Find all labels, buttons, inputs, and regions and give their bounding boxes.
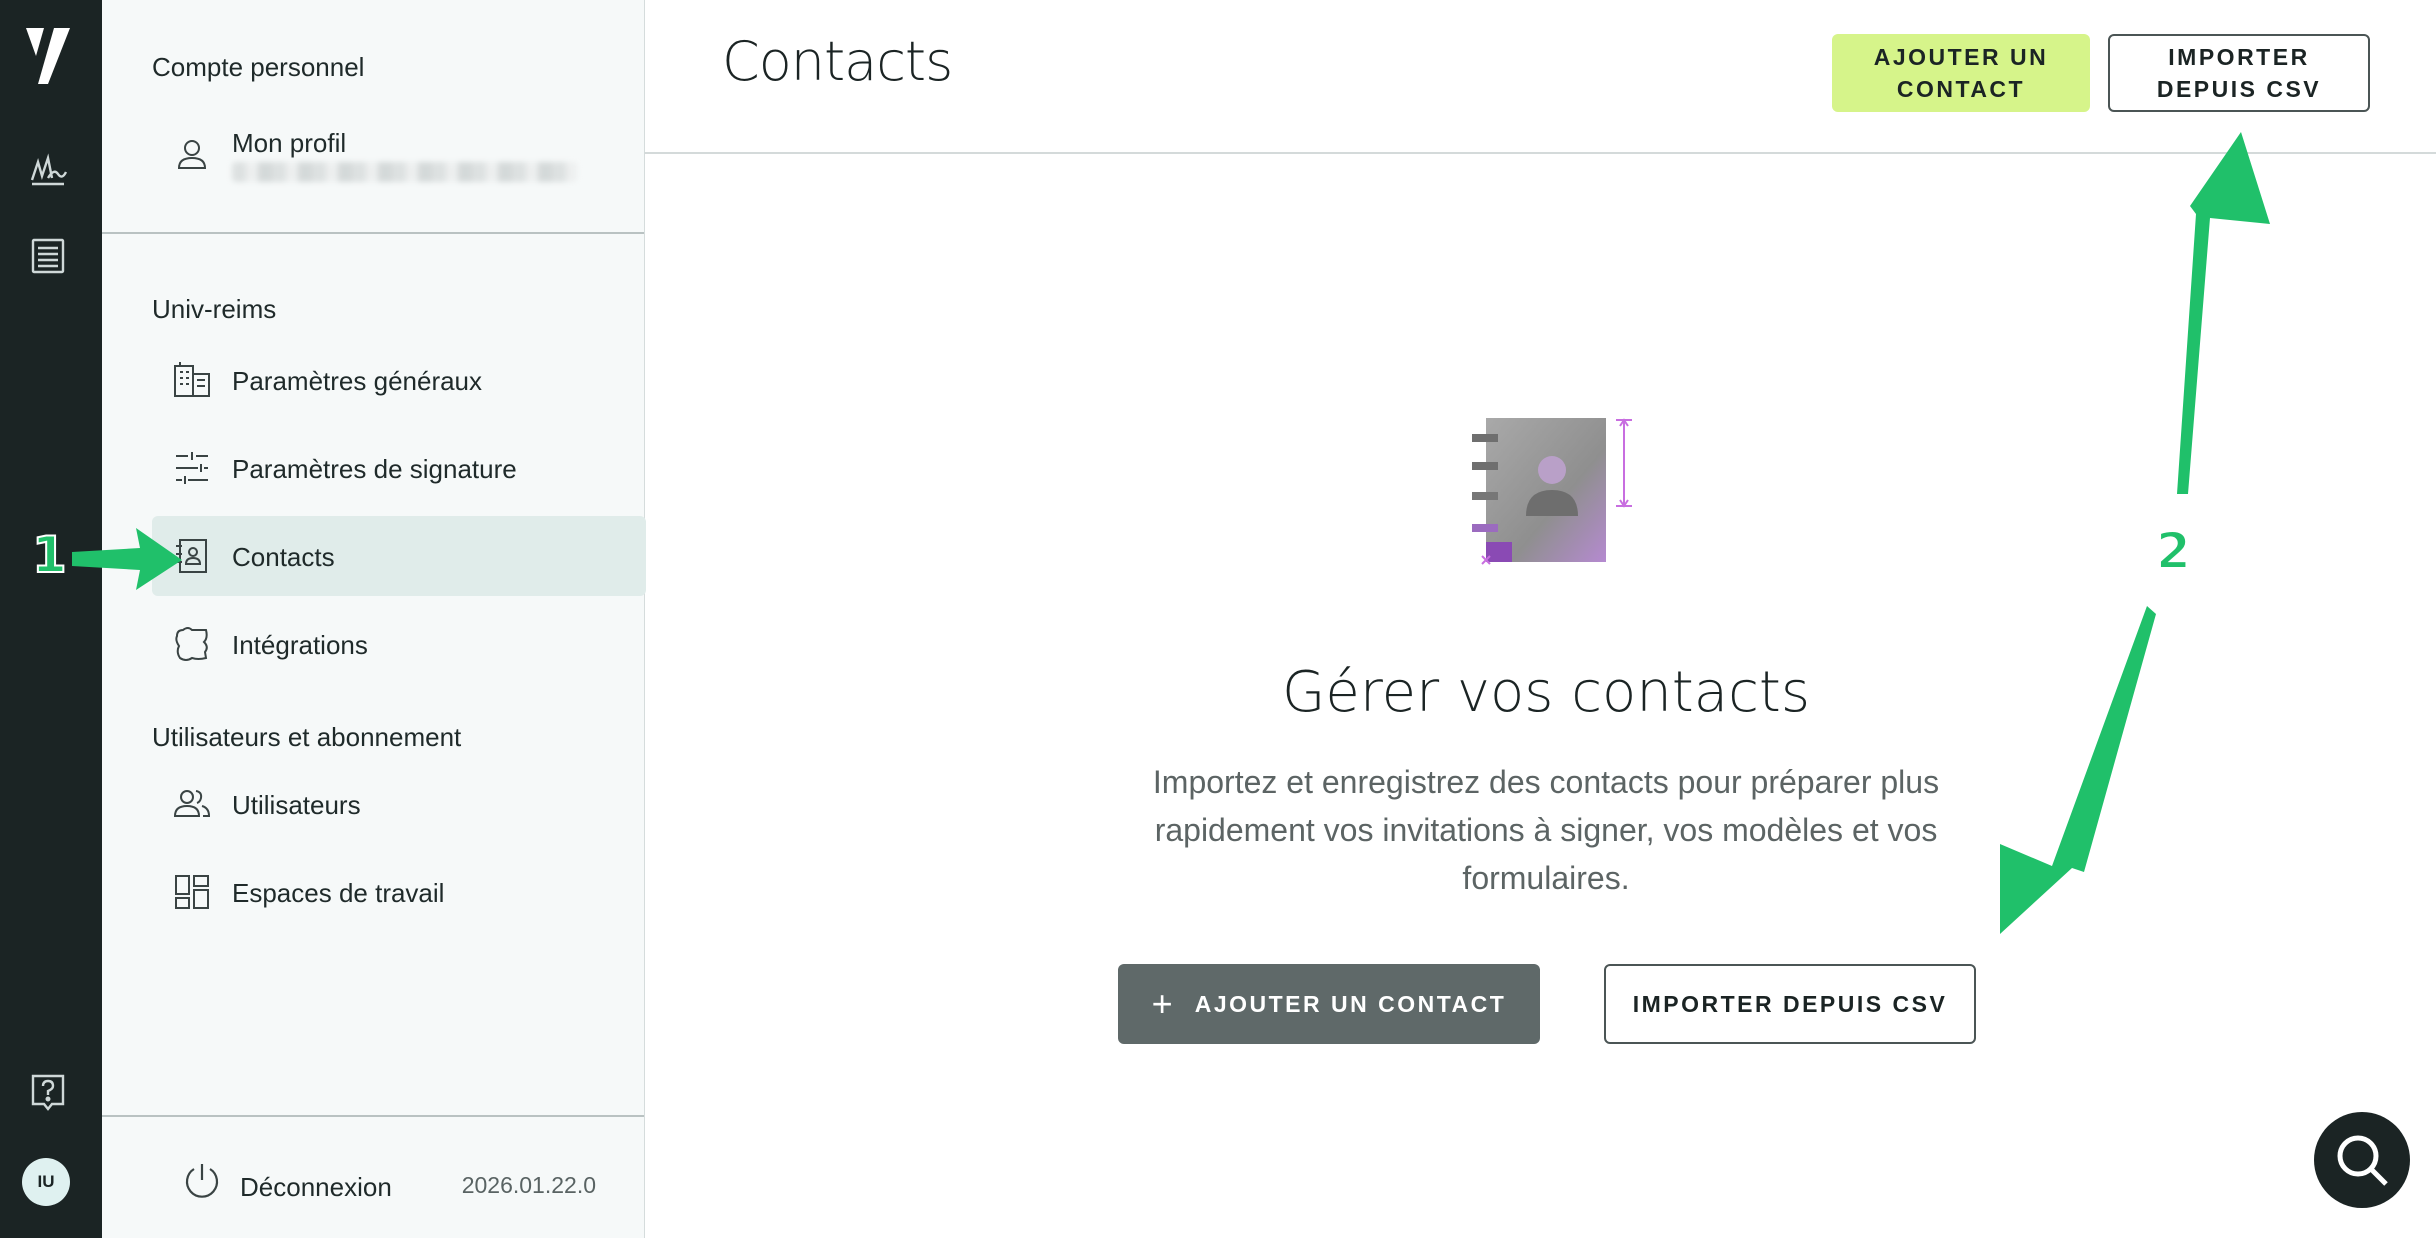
arrow-step-2-down	[2000, 606, 2156, 934]
sidebar-item-label: Contacts	[232, 542, 335, 572]
step-number-2: 2	[2155, 521, 2192, 581]
logout-label: Déconnexion	[240, 1172, 392, 1202]
sidebar-item-label: Intégrations	[232, 630, 368, 660]
users-icon	[173, 790, 211, 817]
page-title: Contacts	[722, 30, 953, 93]
sidebar-item-users[interactable]: Utilisateurs	[152, 764, 646, 844]
sidebar-item-label: Utilisateurs	[232, 790, 361, 820]
plus-icon: +	[1151, 983, 1173, 1024]
section-title-personal: Compte personnel	[152, 52, 365, 82]
sliders-icon	[176, 452, 208, 484]
empty-state-title: Gérer vos contacts	[1281, 660, 1811, 725]
empty-state-description: Importez et enregistrez des contacts pou…	[1152, 764, 1940, 896]
header-add-contact-button[interactable]: AJOUTER UN CONTACT	[1832, 34, 2090, 112]
sidebar-item-label: Espaces de travail	[232, 878, 445, 908]
sidebar-item-label: Paramètres de signature	[232, 454, 517, 484]
header-divider	[644, 152, 2436, 154]
section-title-users: Utilisateurs et abonnement	[152, 722, 462, 752]
sidebar-item-workspaces[interactable]: Espaces de travail	[152, 852, 646, 932]
add-contact-label: AJOUTER UN CONTACT	[1194, 991, 1507, 1017]
sidebar-item-integrations[interactable]: Intégrations	[152, 604, 646, 684]
add-contact-button[interactable]: + AJOUTER UN CONTACT	[1118, 964, 1540, 1044]
sidebar-item-label: Paramètres généraux	[232, 366, 483, 396]
brand-slash-logo[interactable]	[24, 26, 72, 86]
sidebar-item-label: Mon profil	[232, 128, 347, 158]
header-import-csv-button[interactable]: IMPORTER DEPUIS CSV	[2108, 34, 2370, 112]
arrow-step-2-up	[2177, 132, 2270, 494]
power-icon	[185, 1164, 219, 1198]
contact-book-icon	[176, 539, 207, 573]
divider	[102, 1115, 644, 1117]
import-csv-button[interactable]: IMPORTER DEPUIS CSV	[1604, 964, 1976, 1044]
sidebar-item-signature-settings[interactable]: Paramètres de signature	[152, 428, 646, 508]
app-rail: IU	[0, 0, 102, 1238]
workspaces-icon	[175, 875, 209, 909]
settings-sidebar: Compte personnel Mon profil Univ-reims P…	[102, 0, 646, 1238]
help-search-button[interactable]	[2314, 1112, 2410, 1208]
divider	[102, 232, 644, 234]
address-book-illustration	[1472, 418, 1632, 565]
help-question-icon[interactable]	[28, 1072, 68, 1112]
puzzle-icon	[175, 627, 208, 661]
sidebar-item-general-settings[interactable]: Paramètres généraux	[152, 340, 646, 420]
building-icon	[174, 362, 210, 397]
app-version: 2026.01.22.0	[461, 1172, 596, 1198]
sidebar-item-contacts[interactable]: Contacts	[152, 516, 646, 596]
step-number-1: 1	[31, 525, 68, 585]
document-list-icon[interactable]	[28, 236, 68, 276]
redacted-email	[232, 162, 577, 182]
search-help-icon	[2337, 1135, 2388, 1186]
user-avatar[interactable]: IU	[22, 1158, 70, 1206]
signature-icon[interactable]	[28, 150, 68, 190]
user-icon	[177, 140, 207, 169]
sidebar-item-profile[interactable]: Mon profil	[152, 114, 646, 194]
section-title-org: Univ-reims	[152, 294, 277, 324]
